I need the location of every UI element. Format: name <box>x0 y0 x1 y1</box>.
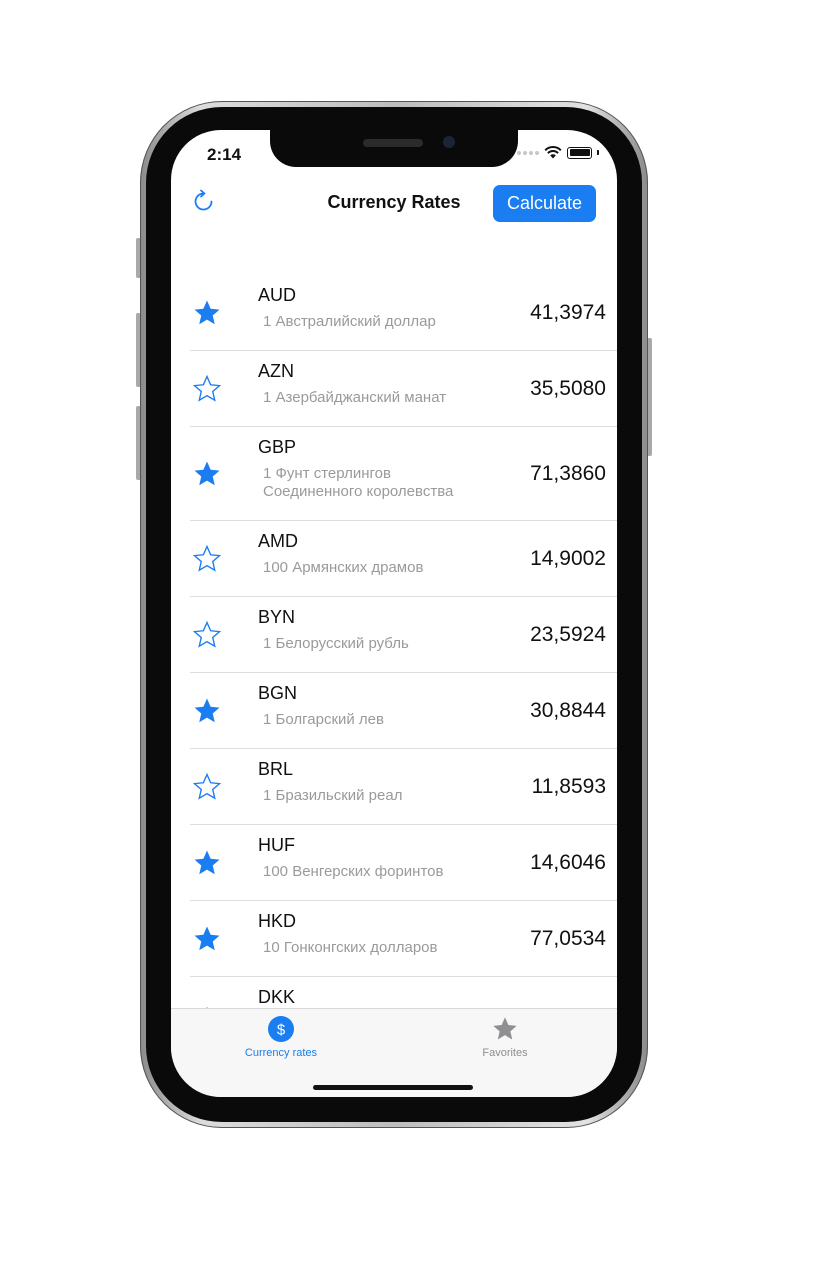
currency-rate: 71,3860 <box>530 461 606 485</box>
currency-row[interactable]: AZN 1 Азербайджанский манат 35,5080 <box>190 351 617 427</box>
star-filled-icon[interactable] <box>192 848 222 878</box>
tab-label: Favorites <box>482 1047 528 1059</box>
currency-row[interactable]: HKD 10 Гонконгских долларов 77,0534 <box>190 901 617 977</box>
star-outline-icon[interactable] <box>192 772 222 802</box>
star-outline-icon[interactable] <box>192 620 222 650</box>
tab-bar: $ Currency rates Favorites <box>171 1008 617 1097</box>
svg-text:$: $ <box>277 1022 286 1039</box>
battery-tip <box>597 150 599 155</box>
currency-code: AUD <box>258 285 297 305</box>
speaker <box>363 139 423 147</box>
currency-rate: 11,8593 <box>531 774 606 798</box>
status-time: 2:14 <box>207 145 242 164</box>
currency-name: 1 Бразильский реал <box>263 787 403 804</box>
currency-rate: 35,5080 <box>530 376 606 400</box>
currency-rate: 77,0534 <box>530 926 606 950</box>
currency-code: BYN <box>258 607 296 627</box>
currency-name: 100 Венгерских форинтов <box>263 863 444 880</box>
currency-rate: 41,3974 <box>530 300 606 324</box>
currency-name: 1 Австралийский доллар <box>263 313 436 330</box>
tab-favorites[interactable]: Favorites <box>435 1015 575 1059</box>
currency-rate: 30,8844 <box>530 698 606 722</box>
currency-row[interactable]: GBP 1 Фунт стерлингов Соединенного корол… <box>190 427 617 521</box>
currency-code: HKD <box>258 911 297 931</box>
refresh-icon[interactable] <box>190 188 218 216</box>
currency-row[interactable]: BRL 1 Бразильский реал 11,8593 <box>190 749 617 825</box>
dollar-circle-icon: $ <box>268 1016 294 1042</box>
home-indicator[interactable] <box>313 1085 473 1090</box>
currency-code: BRL <box>258 759 294 779</box>
star-filled-icon[interactable] <box>192 924 222 954</box>
tab-currency-rates[interactable]: $ Currency rates <box>211 1015 351 1059</box>
currency-name: 1 Фунт стерлингов Соединенного королевст… <box>263 465 454 500</box>
currency-name: 100 Армянских драмов <box>263 559 424 576</box>
signal-icon <box>517 150 539 155</box>
currency-name: 1 Болгарский лев <box>263 711 384 728</box>
tab-label: Currency rates <box>244 1047 318 1059</box>
front-camera <box>443 136 455 148</box>
star-outline-icon[interactable] <box>192 374 222 404</box>
currency-name: 10 Гонконгских долларов <box>263 939 438 956</box>
battery-icon <box>567 146 592 159</box>
currency-rate: 23,5924 <box>530 622 606 646</box>
currency-code: DKK <box>258 987 296 1007</box>
currency-code: AMD <box>258 531 298 551</box>
currency-list: AUD 1 Австралийский доллар 41,3974 AZN 1… <box>190 275 617 1017</box>
notch <box>270 130 518 167</box>
star-outline-icon[interactable] <box>192 544 222 574</box>
star-filled-icon[interactable] <box>192 696 222 726</box>
currency-row[interactable]: BGN 1 Болгарский лев 30,8844 <box>190 673 617 749</box>
currency-code: GBP <box>258 437 297 457</box>
currency-name: 1 Белорусский рубль <box>263 635 409 652</box>
calculate-button[interactable]: Calculate <box>493 185 596 222</box>
currency-row[interactable]: AUD 1 Австралийский доллар 41,3974 <box>190 275 617 351</box>
currency-code: BGN <box>258 683 298 703</box>
currency-row[interactable]: AMD 100 Армянских драмов 14,9002 <box>190 521 617 597</box>
currency-rate: 14,9002 <box>530 546 606 570</box>
wifi-icon <box>544 146 562 159</box>
currency-row[interactable]: BYN 1 Белорусский рубль 23,5924 <box>190 597 617 673</box>
star-filled-icon[interactable] <box>192 298 222 328</box>
status-indicators <box>517 146 599 159</box>
star-filled-icon[interactable] <box>192 459 222 489</box>
currency-code: AZN <box>258 361 294 381</box>
currency-code: HUF <box>258 835 295 855</box>
app-screen: 2:14 Currency Rates Calculate AUD 1 Авст… <box>171 130 617 1097</box>
currency-row[interactable]: HUF 100 Венгерских форинтов 14,6046 <box>190 825 617 901</box>
currency-rate: 14,6046 <box>530 850 606 874</box>
currency-name: 1 Азербайджанский манат <box>263 389 447 406</box>
star-icon <box>493 1017 517 1040</box>
